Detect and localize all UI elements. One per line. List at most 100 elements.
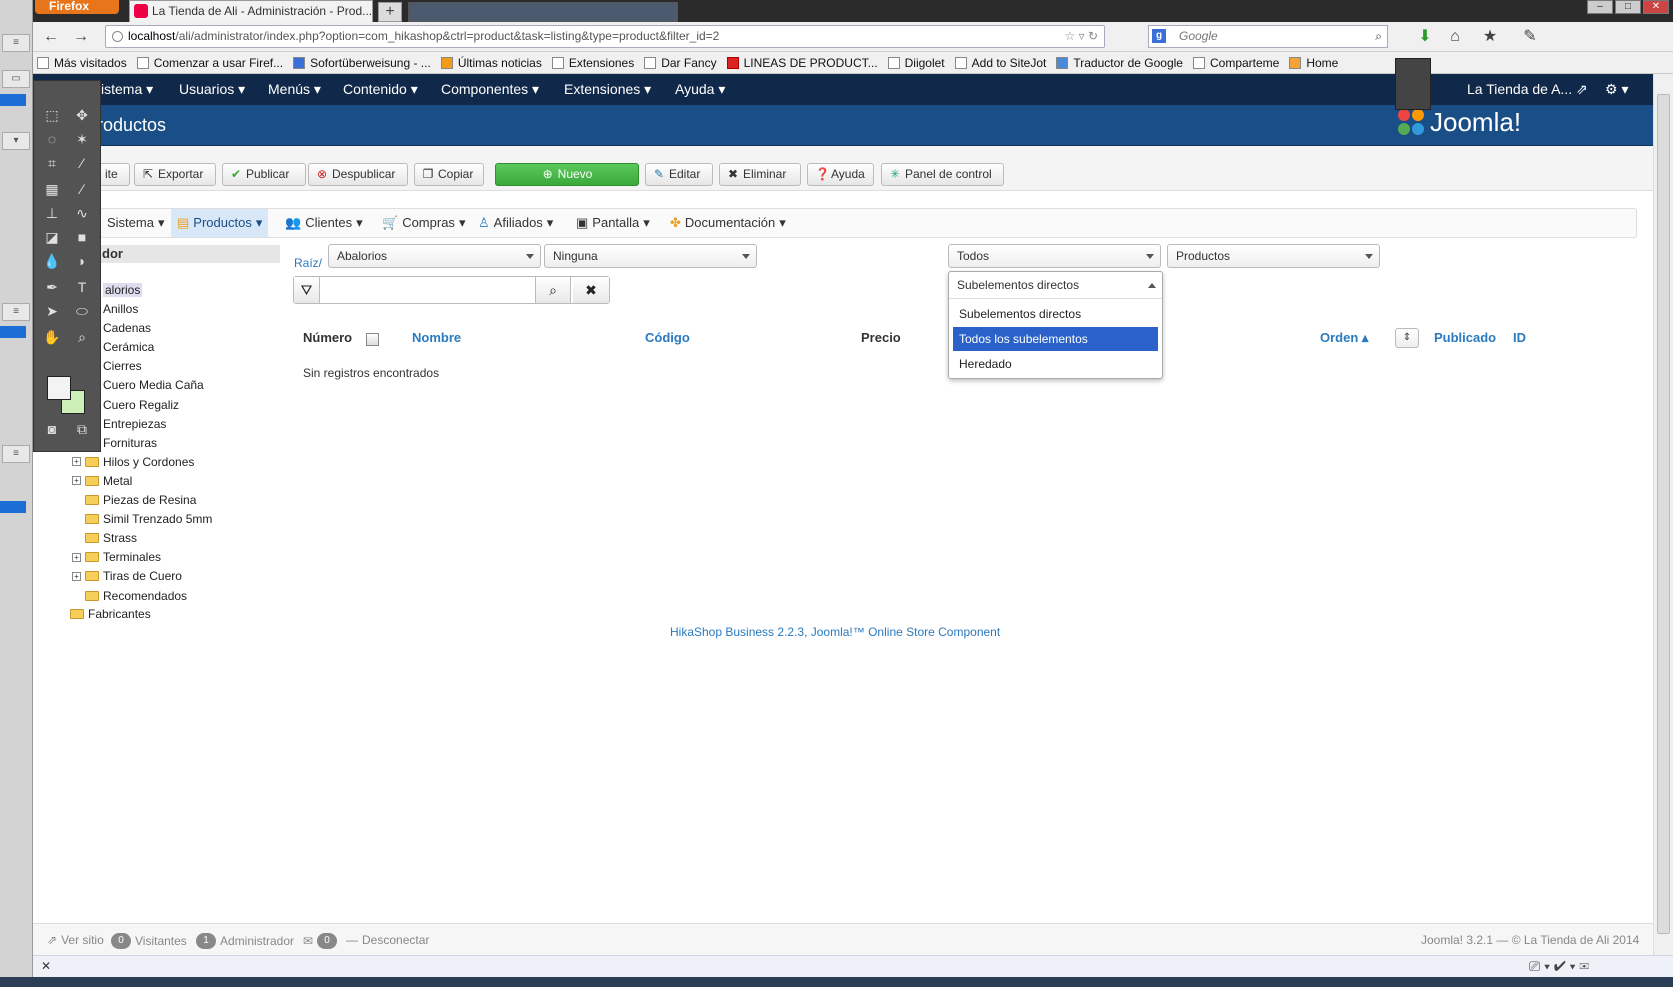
menu-usuarios[interactable]: Usuarios ▾ xyxy=(179,81,245,98)
crop-tool-icon[interactable]: ⌗ xyxy=(39,151,65,175)
bookmark-item[interactable]: Dar Fancy xyxy=(644,56,717,70)
bookmark-item[interactable]: LINEAS DE PRODUCT... xyxy=(726,56,878,70)
eyedropper-icon[interactable]: ⁄ xyxy=(69,151,95,175)
photoshop-mini-panel[interactable] xyxy=(1395,58,1431,110)
submenu-documentacion[interactable]: ✤ Documentación ▾ xyxy=(664,209,792,237)
eraser-tool-icon[interactable]: ◪ xyxy=(39,225,65,249)
expand-plus-icon[interactable]: + xyxy=(72,571,81,581)
close-window-icon[interactable]: ✕ xyxy=(1643,0,1669,14)
export-button[interactable]: ⇱ Exportar xyxy=(134,163,216,186)
tree-node[interactable]: + Hilos y Cordones xyxy=(72,455,194,469)
new-button[interactable]: ⊕ Nuevo xyxy=(495,163,639,186)
submenu-compras[interactable]: 🛒 Compras ▾ xyxy=(376,209,471,237)
move-tool-icon[interactable]: ✥ xyxy=(69,103,95,127)
site-name-link[interactable]: La Tienda de A... ⇗ xyxy=(1467,81,1588,98)
menu-ayuda[interactable]: Ayuda ▾ xyxy=(675,81,725,98)
partial-button[interactable]: ite xyxy=(97,163,130,186)
extension-icon[interactable]: ✎ xyxy=(1520,28,1540,46)
bookmark-item[interactable]: Últimas noticias xyxy=(440,56,542,70)
foreground-color-swatch[interactable] xyxy=(47,376,71,400)
strip-icon[interactable]: ≡ xyxy=(2,445,30,463)
screen-mode-icon[interactable]: ⧉ xyxy=(69,417,95,441)
menu-contenido[interactable]: Contenido ▾ xyxy=(343,81,418,98)
dropdown-option[interactable]: Heredado xyxy=(953,352,1158,376)
help-button[interactable]: ❓ Ayuda xyxy=(807,163,874,186)
background-tabs[interactable] xyxy=(408,2,678,22)
submenu-afiliados[interactable]: ♙ Afiliados ▾ xyxy=(472,209,559,237)
dropdown-current[interactable]: Subelementos directos xyxy=(949,272,1162,299)
gradient-tool-icon[interactable]: ■ xyxy=(69,225,95,249)
blur-tool-icon[interactable]: 💧 xyxy=(39,249,65,273)
ellipse-tool-icon[interactable]: ⬭ xyxy=(69,299,95,323)
magic-wand-icon[interactable]: ✶ xyxy=(69,127,95,151)
tree-node-fabricantes[interactable]: Fabricantes xyxy=(70,607,151,621)
bookmark-item[interactable]: Diigolet xyxy=(887,56,945,70)
submenu-productos[interactable]: ▤ Productos ▾ xyxy=(171,209,269,237)
delete-button[interactable]: ✖ Eliminar xyxy=(719,163,801,186)
col-publicado[interactable]: Publicado xyxy=(1434,330,1496,345)
minimize-icon[interactable]: – xyxy=(1587,0,1613,14)
bookmark-item[interactable]: Comparteme xyxy=(1192,56,1279,70)
messages-indicator[interactable]: ✉ 0 xyxy=(303,933,338,949)
vertical-scrollbar[interactable] xyxy=(1653,74,1673,955)
tree-node-selected[interactable]: alorios xyxy=(103,283,143,297)
col-codigo[interactable]: Código xyxy=(645,330,690,345)
bookmark-star-icon[interactable]: ☆ xyxy=(1064,29,1075,43)
stamp-tool-icon[interactable]: ⊥ xyxy=(39,201,65,225)
dodge-tool-icon[interactable]: ◗ xyxy=(69,249,95,273)
bookmark-item[interactable]: Home xyxy=(1289,56,1338,70)
pen-tool-icon[interactable]: ✒ xyxy=(39,275,65,299)
dropdown-arrow-icon[interactable]: ▿ xyxy=(1079,29,1085,43)
menu-extensiones[interactable]: Extensiones ▾ xyxy=(564,81,651,98)
strip-icon[interactable]: ≡ xyxy=(2,303,30,321)
close-addon-bar-icon[interactable]: ✕ xyxy=(41,959,51,973)
todos-select[interactable]: Todos xyxy=(948,244,1161,268)
category-select[interactable]: Abalorios xyxy=(328,244,541,268)
firefox-menu-button[interactable]: Firefox xyxy=(35,0,119,14)
marquee-tool-icon[interactable]: ⬚ xyxy=(39,103,65,127)
submenu-clientes[interactable]: 👥 Clientes ▾ xyxy=(279,209,369,237)
history-brush-icon[interactable]: ∿ xyxy=(69,201,95,225)
healing-tool-icon[interactable]: ▦ xyxy=(39,177,65,201)
logout-link[interactable]: — Desconectar xyxy=(346,933,429,947)
bookmarks-menu-icon[interactable]: ★ xyxy=(1480,28,1500,46)
tree-node[interactable]: Strass xyxy=(72,531,137,545)
bookmark-item[interactable]: Extensiones xyxy=(551,56,634,70)
bookmark-item[interactable]: Sofortüberweisung - ... xyxy=(293,56,431,70)
type-tool-icon[interactable]: T xyxy=(69,275,95,299)
path-selection-icon[interactable]: ➤ xyxy=(39,299,65,323)
ninguna-select[interactable]: Ninguna xyxy=(544,244,757,268)
bookmark-item[interactable]: Más visitados xyxy=(37,56,127,70)
settings-gear-icon[interactable]: ⚙ ▾ xyxy=(1605,81,1628,98)
submenu-pantalla[interactable]: ▣ Pantalla ▾ xyxy=(570,209,656,237)
menu-sistema[interactable]: istema ▾ xyxy=(101,81,153,98)
menu-menus[interactable]: Menús ▾ xyxy=(268,81,321,98)
breadcrumb-root[interactable]: Raíz/ xyxy=(294,256,322,270)
home-icon[interactable]: ⌂ xyxy=(1445,28,1465,46)
download-icon[interactable]: ⬇ xyxy=(1415,28,1435,46)
lasso-tool-icon[interactable]: ◌ xyxy=(39,127,65,151)
menu-componentes[interactable]: Componentes ▾ xyxy=(441,81,539,98)
tree-node[interactable]: Simil Trenzado 5mm xyxy=(72,512,212,526)
subelements-dropdown[interactable]: Subelementos directos Subelementos direc… xyxy=(948,271,1163,379)
submenu-sistema[interactable]: Sistema ▾ xyxy=(101,209,171,237)
search-box[interactable]: g Google ⌕ xyxy=(1148,25,1388,48)
bookmark-item[interactable]: Comenzar a usar Firef... xyxy=(136,56,283,70)
control-panel-button[interactable]: ✳ Panel de control xyxy=(881,163,1004,186)
unpublish-button[interactable]: ⊗ Despublicar xyxy=(308,163,408,186)
zoom-tool-icon[interactable]: ⌕ xyxy=(69,325,95,349)
strip-icon[interactable]: ▭ xyxy=(2,70,30,88)
search-icon[interactable]: ⌕ xyxy=(535,277,571,303)
select-all-checkbox[interactable] xyxy=(366,333,379,346)
hikashop-credit-link[interactable]: HikaShop Business 2.2.3, Joomla!™ Online… xyxy=(670,625,1000,639)
google-search-engine-icon[interactable]: g xyxy=(1152,29,1166,43)
dropdown-option[interactable]: Subelementos directos xyxy=(953,302,1158,326)
col-orden[interactable]: Orden ▴ xyxy=(1320,330,1368,346)
maximize-icon[interactable]: □ xyxy=(1615,0,1641,14)
view-site-link[interactable]: ⇗ Ver sitio xyxy=(47,933,104,947)
save-order-button[interactable]: ⇕ xyxy=(1395,328,1419,348)
new-tab-button[interactable]: + xyxy=(378,2,402,22)
search-icon[interactable]: ⌕ xyxy=(1375,26,1382,47)
url-bar[interactable]: localhost/ali/administrator/index.php?op… xyxy=(105,25,1105,48)
tree-node[interactable]: Piezas de Resina xyxy=(72,493,196,507)
